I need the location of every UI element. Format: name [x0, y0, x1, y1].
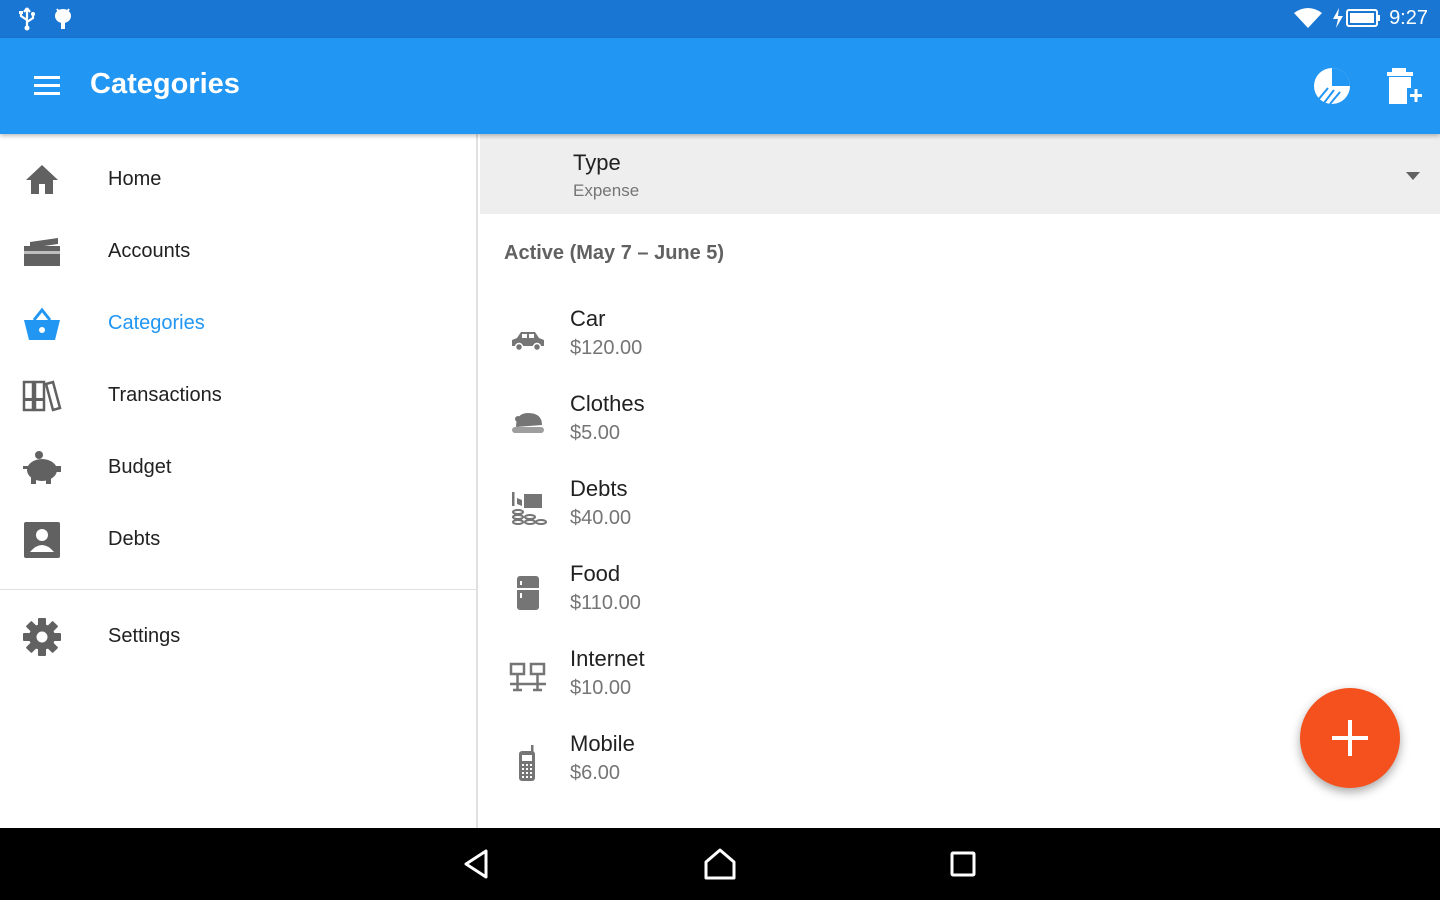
category-item-internet[interactable]: Internet $10.00	[480, 636, 1440, 721]
drawer-divider	[0, 589, 476, 590]
category-item-mobile[interactable]: Mobile $6.00	[480, 721, 1440, 806]
drawer-item-transactions[interactable]: Transactions	[0, 360, 476, 432]
page-title: Categories	[90, 68, 240, 100]
category-name: Debts	[570, 476, 628, 501]
piggy-bank-icon	[22, 448, 62, 488]
drawer-item-label: Categories	[108, 312, 205, 334]
home-nav-icon[interactable]	[700, 846, 740, 882]
cards-icon	[22, 232, 62, 272]
plus-icon	[1332, 720, 1368, 756]
drawer-item-label: Accounts	[108, 240, 191, 262]
gear-icon	[22, 617, 62, 657]
category-item-debts[interactable]: Debts $40.00	[480, 466, 1440, 551]
menu-icon[interactable]	[30, 72, 66, 100]
drawer-item-label: Transactions	[108, 384, 222, 406]
category-item-car[interactable]: Car $120.00	[480, 296, 1440, 381]
category-item-clothes[interactable]: Clothes $5.00	[480, 381, 1440, 466]
category-amount: $110.00	[570, 592, 641, 614]
drawer-item-budget[interactable]: Budget	[0, 432, 476, 504]
drawer-item-label: Settings	[108, 625, 181, 647]
recents-icon[interactable]	[943, 846, 983, 882]
pie-chart-icon[interactable]	[1310, 64, 1354, 108]
android-debug-icon	[52, 6, 74, 32]
system-navigation-bar	[0, 828, 1440, 900]
type-label: Type	[573, 150, 621, 175]
wifi-icon	[1293, 6, 1323, 30]
battery-charging-icon	[1331, 6, 1381, 30]
type-dropdown[interactable]: Type Expense	[480, 134, 1440, 214]
type-value: Expense	[573, 181, 640, 200]
phone-icon	[508, 743, 548, 783]
binders-icon	[22, 376, 62, 416]
drawer-item-label: Home	[108, 168, 162, 190]
category-name: Internet	[570, 646, 645, 671]
category-amount: $40.00	[570, 507, 632, 529]
category-amount: $6.00	[570, 762, 621, 784]
add-category-button[interactable]	[1300, 688, 1400, 788]
navigation-drawer: Home Accounts Categories Transactions Bu…	[0, 134, 478, 828]
category-amount: $10.00	[570, 677, 632, 699]
network-icon	[508, 658, 548, 698]
app-bar: Categories	[0, 38, 1440, 134]
drawer-item-label: Budget	[108, 456, 172, 478]
usb-icon	[16, 6, 38, 32]
category-amount: $5.00	[570, 422, 621, 444]
category-item-food[interactable]: Food $110.00	[480, 551, 1440, 636]
coins-icon	[508, 488, 548, 528]
drawer-item-debts[interactable]: Debts	[0, 504, 476, 576]
status-bar: 9:27	[0, 0, 1440, 38]
drawer-item-categories[interactable]: Categories	[0, 288, 476, 360]
back-icon[interactable]	[458, 846, 498, 882]
home-icon	[22, 160, 62, 200]
dropdown-arrow-icon	[1406, 167, 1420, 185]
category-name: Clothes	[570, 391, 645, 416]
fridge-icon	[508, 573, 548, 613]
drawer-item-home[interactable]: Home	[0, 144, 476, 216]
category-name: Car	[570, 306, 606, 331]
drawer-item-label: Debts	[108, 528, 161, 550]
drawer-item-settings[interactable]: Settings	[0, 601, 476, 673]
basket-icon	[22, 304, 62, 344]
clock: 9:27	[1389, 6, 1428, 29]
section-header: Active (May 7 – June 5)	[504, 242, 725, 264]
category-amount: $120.00	[570, 337, 643, 359]
contact-icon	[22, 520, 62, 560]
category-name: Food	[570, 561, 621, 586]
car-icon	[508, 318, 548, 358]
drawer-item-accounts[interactable]: Accounts	[0, 216, 476, 288]
delete-add-icon[interactable]	[1382, 64, 1426, 108]
hat-icon	[508, 403, 548, 443]
category-name: Mobile	[570, 731, 635, 756]
categories-content: Type Expense Active (May 7 – June 5) Car…	[480, 134, 1440, 828]
